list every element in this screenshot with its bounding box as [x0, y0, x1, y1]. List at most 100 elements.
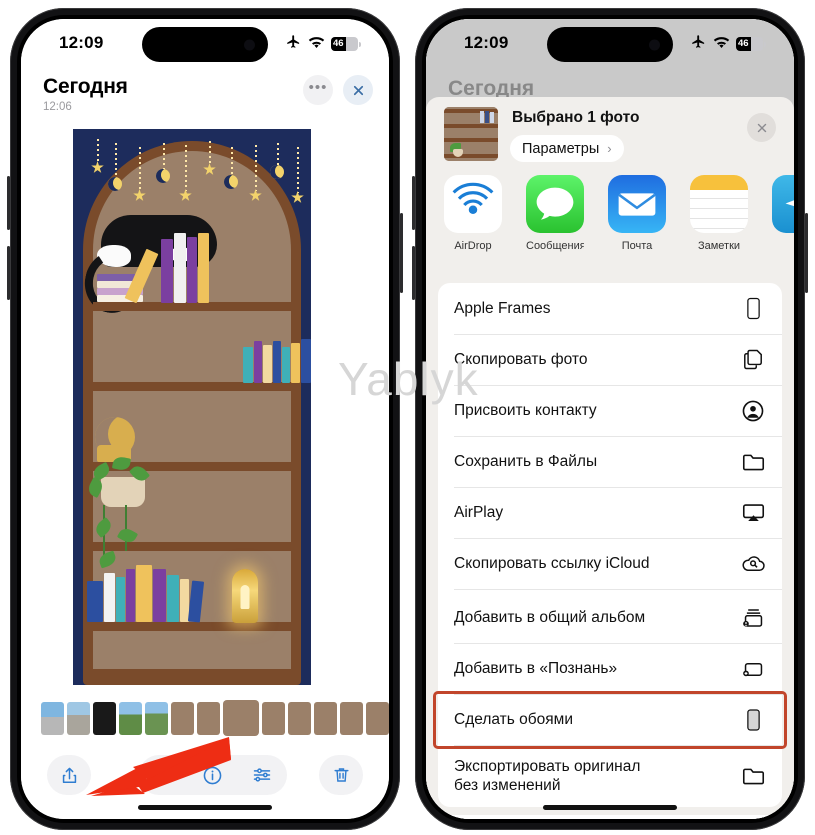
- row-label: Добавить в общий альбом: [454, 608, 646, 626]
- lantern: [232, 569, 258, 623]
- lantern-flame: [240, 585, 250, 609]
- battery-indicator: 46: [331, 37, 361, 51]
- thumbnail-item[interactable]: [145, 701, 168, 735]
- share-action-add-shared-album[interactable]: Добавить в общий альбом: [438, 592, 782, 643]
- thumbnail-item[interactable]: [119, 701, 142, 735]
- telegram-icon: [772, 175, 794, 233]
- icloud-link-icon: [740, 554, 766, 573]
- battery-tip: [359, 41, 361, 47]
- thumbnail-item[interactable]: [366, 701, 389, 735]
- thumbnail-item[interactable]: [41, 701, 64, 735]
- photo-viewer: 12:09 46 Сегодня 12:06 •••: [21, 19, 389, 819]
- share-target-mail[interactable]: Почта: [608, 175, 666, 252]
- book: [282, 347, 290, 383]
- notes-icon: [690, 175, 748, 233]
- thumbnail-item[interactable]: [262, 701, 285, 735]
- thumbnail-item[interactable]: [93, 701, 116, 735]
- adjustments-button[interactable]: [251, 765, 273, 785]
- book: [243, 347, 253, 383]
- close-icon: [353, 85, 363, 95]
- delete-button[interactable]: [319, 755, 363, 795]
- book: [198, 233, 209, 303]
- thumbnail-item[interactable]: [288, 701, 311, 735]
- thumbnail-item[interactable]: [314, 701, 337, 735]
- share-action-apple-frames[interactable]: Apple Frames: [438, 283, 782, 334]
- row-label: Добавить в «Познань»: [454, 659, 618, 677]
- copy-icon: [740, 348, 766, 371]
- left-status-icons: 46: [285, 34, 361, 54]
- wifi-icon: [308, 35, 325, 54]
- share-target-notes[interactable]: Заметки: [690, 175, 748, 252]
- more-options-button[interactable]: •••: [303, 75, 333, 105]
- airplane-mode-icon: [285, 34, 302, 54]
- book: [116, 577, 125, 622]
- home-indicator: [138, 805, 272, 810]
- share-action-assign-contact[interactable]: Присвоить контакту: [438, 385, 782, 436]
- share-sheet-close-button[interactable]: [747, 113, 776, 142]
- share-sheet-header: Выбрано 1 фото Параметры ›: [426, 97, 794, 171]
- share-sheet: Выбрано 1 фото Параметры › AirDrop Сообщ…: [426, 97, 794, 819]
- book: [254, 341, 262, 383]
- shelf-1: [93, 302, 291, 311]
- home-indicator: [543, 805, 677, 810]
- bookshelf-illustration: [73, 129, 311, 685]
- annotation-arrow: [86, 737, 231, 796]
- contact-icon: [740, 400, 766, 422]
- share-target-messages[interactable]: Сообщения: [526, 175, 584, 252]
- thumbnail-strip[interactable]: [41, 699, 389, 737]
- more-dots-icon: •••: [308, 79, 328, 96]
- thumbnail-item[interactable]: [67, 701, 90, 735]
- thumbnail-item-selected[interactable]: [223, 700, 259, 736]
- row-label: Скопировать ссылку iCloud: [454, 554, 650, 572]
- book: [174, 233, 186, 303]
- options-button[interactable]: Параметры ›: [510, 135, 624, 162]
- wifi-icon: [713, 35, 730, 54]
- share-action-create-watch-face[interactable]: Создать циферблат: [438, 815, 782, 819]
- battery-percent-label: 46: [738, 38, 749, 50]
- close-button[interactable]: [343, 75, 373, 105]
- book: [273, 341, 281, 383]
- book: [263, 345, 272, 383]
- selected-photo-thumbnail[interactable]: [444, 107, 498, 161]
- share-target-telegram[interactable]: Te: [772, 175, 794, 252]
- share-action-group-2: Добавить в общий альбом Добавить в «Позн…: [438, 592, 782, 807]
- book: [167, 575, 179, 622]
- book: [291, 343, 300, 383]
- share-target-airdrop[interactable]: AirDrop: [444, 175, 502, 252]
- share-action-copy-photo[interactable]: Скопировать фото: [438, 334, 782, 385]
- share-action-set-wallpaper[interactable]: Сделать обоями: [438, 694, 782, 745]
- front-camera-icon: [244, 39, 255, 50]
- book: [187, 237, 197, 303]
- row-label: Экспортировать оригинал без изменений: [454, 757, 641, 794]
- share-targets-row[interactable]: AirDrop Сообщения Почта Заметки: [426, 175, 794, 271]
- share-sheet-title: Выбрано 1 фото: [512, 109, 640, 126]
- share-action-airplay[interactable]: AirPlay: [438, 487, 782, 538]
- dynamic-island: [547, 27, 673, 62]
- airplane-mode-icon: [690, 34, 707, 54]
- share-action-export-original[interactable]: Экспортировать оригинал без изменений: [438, 745, 782, 807]
- thumbnail-item[interactable]: [340, 701, 363, 735]
- thumbnail-item[interactable]: [171, 701, 194, 735]
- battery-percent-label: 46: [333, 38, 344, 50]
- battery-icon: 46: [331, 37, 358, 51]
- row-label: Скопировать фото: [454, 350, 588, 368]
- close-icon: [757, 123, 766, 132]
- row-label: Присвоить контакту: [454, 401, 597, 419]
- thumbnail-item[interactable]: [197, 701, 220, 735]
- share-action-add-to-poznan[interactable]: Добавить в «Познань»: [438, 643, 782, 694]
- book: [126, 569, 135, 622]
- chevron-right-icon: ›: [607, 141, 612, 156]
- right-phone-volume-down: [412, 246, 415, 300]
- share-action-copy-icloud-link[interactable]: Скопировать ссылку iCloud: [438, 538, 782, 589]
- shelf-6: [93, 669, 291, 678]
- share-target-label: Почта: [621, 240, 653, 252]
- share-action-save-to-files[interactable]: Сохранить в Файлы: [438, 436, 782, 487]
- right-status-icons: 46: [690, 34, 766, 54]
- row-label: AirPlay: [454, 503, 504, 521]
- trash-icon: [332, 765, 351, 785]
- book: [136, 565, 152, 622]
- front-camera-icon: [649, 39, 660, 50]
- photo-image[interactable]: [73, 129, 311, 685]
- book: [104, 573, 115, 622]
- photo-viewer-header: Сегодня 12:06 •••: [21, 71, 389, 117]
